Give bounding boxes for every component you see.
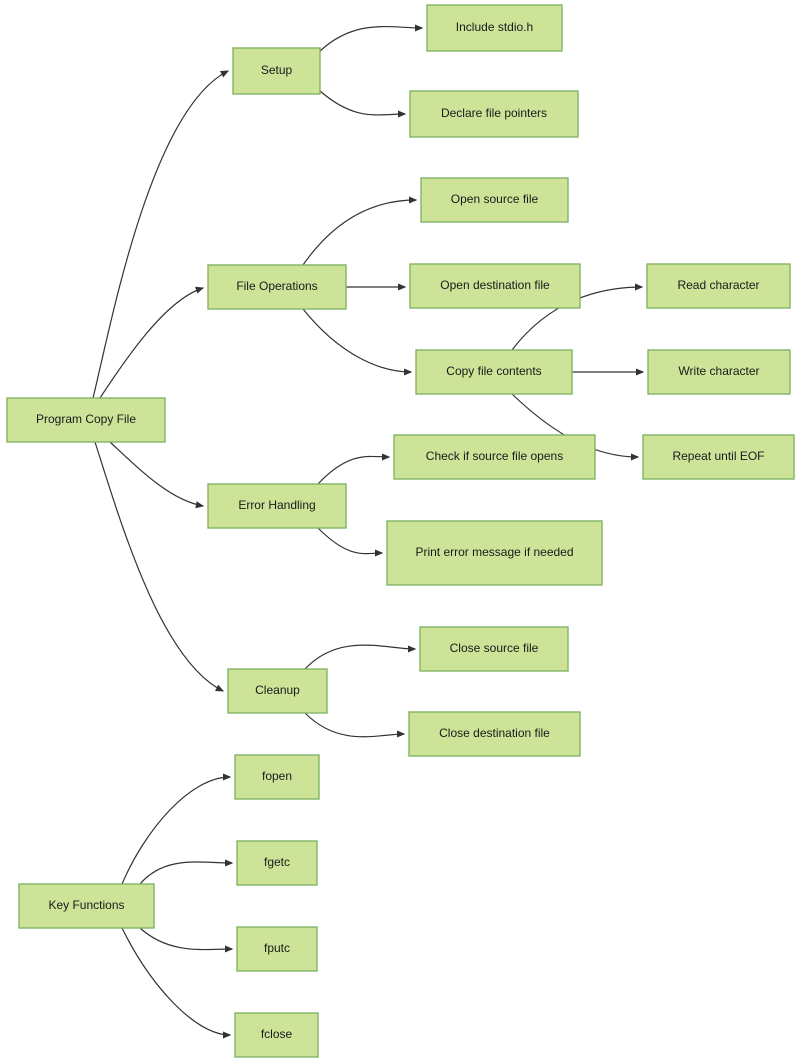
node-rect-fopen[interactable] — [234, 754, 320, 800]
node-rect-copy_file_contents[interactable] — [415, 349, 573, 395]
node-rect-repeat_until_eof[interactable] — [642, 434, 795, 480]
node-rect-check_if_source_file_opens[interactable] — [393, 434, 596, 480]
nodes-layer: Program Copy File Setup Include stdio.h Dec… — [6, 4, 795, 1058]
node-rect-file_operations[interactable] — [207, 264, 347, 310]
edge-setup-to-declare_file_pointers — [319, 90, 407, 118]
node-rect-write_character[interactable] — [647, 349, 791, 395]
edge-program_copy_file-to-error_handling — [109, 441, 205, 509]
edge-file_operations-to-open_source_file — [302, 196, 418, 266]
node-rect-fputc[interactable] — [236, 926, 318, 972]
edge-key_functions-to-fclose — [121, 927, 232, 1039]
node-declare_file_pointers[interactable]: Declare file pointers — [409, 90, 579, 138]
node-rect-read_character[interactable] — [646, 263, 791, 309]
node-read_character[interactable]: Read character — [646, 263, 791, 309]
node-rect-close_source_file[interactable] — [419, 626, 569, 672]
node-rect-open_destination_file[interactable] — [409, 263, 581, 309]
node-rect-close_destination_file[interactable] — [408, 711, 581, 757]
edge-cleanup-to-close_destination_file — [304, 712, 406, 738]
node-open_destination_file[interactable]: Open destination file — [409, 263, 581, 309]
edge-error_handling-to-check_if_source_file_opens — [317, 453, 391, 485]
node-fgetc[interactable]: fgetc — [236, 840, 318, 886]
edge-error_handling-to-print_error_message — [317, 527, 384, 557]
node-rect-setup[interactable] — [232, 47, 321, 95]
edge-program_copy_file-to-cleanup — [94, 441, 225, 692]
node-fputc[interactable]: fputc — [236, 926, 318, 972]
node-key_functions[interactable]: Key Functions — [18, 883, 155, 929]
edge-key_functions-to-fputc — [139, 927, 234, 953]
node-include_stdio[interactable]: Include stdio.h — [426, 4, 563, 52]
edge-file_operations-to-copy_file_contents — [302, 308, 413, 376]
node-write_character[interactable]: Write character — [647, 349, 791, 395]
node-setup[interactable]: Setup — [232, 47, 321, 95]
node-print_error_message[interactable]: Print error message if needed — [386, 520, 603, 586]
edge-program_copy_file-to-setup — [92, 70, 230, 399]
node-rect-cleanup[interactable] — [227, 668, 328, 714]
node-rect-include_stdio[interactable] — [426, 4, 563, 52]
node-fclose[interactable]: fclose — [234, 1012, 319, 1058]
node-rect-error_handling[interactable] — [207, 483, 347, 529]
node-check_if_source_file_opens[interactable]: Check if source file opens — [393, 434, 596, 480]
edge-setup-to-include_stdio — [319, 24, 424, 52]
node-cleanup[interactable]: Cleanup — [227, 668, 328, 714]
node-repeat_until_eof[interactable]: Repeat until EOF — [642, 434, 795, 480]
node-fopen[interactable]: fopen — [234, 754, 320, 800]
node-open_source_file[interactable]: Open source file — [420, 177, 569, 223]
node-rect-fclose[interactable] — [234, 1012, 319, 1058]
node-rect-open_source_file[interactable] — [420, 177, 569, 223]
node-copy_file_contents[interactable]: Copy file contents — [415, 349, 573, 395]
node-rect-print_error_message[interactable] — [386, 520, 603, 586]
flowchart-canvas: Program Copy File Setup Include stdio.h Dec… — [6, 4, 795, 1058]
edge-key_functions-to-fgetc — [139, 859, 234, 885]
node-rect-fgetc[interactable] — [236, 840, 318, 886]
node-close_destination_file[interactable]: Close destination file — [408, 711, 581, 757]
node-close_source_file[interactable]: Close source file — [419, 626, 569, 672]
node-rect-program_copy_file[interactable] — [6, 397, 166, 443]
node-error_handling[interactable]: Error Handling — [207, 483, 347, 529]
edge-key_functions-to-fopen — [121, 773, 232, 885]
node-file_operations[interactable]: File Operations — [207, 264, 347, 310]
node-rect-key_functions[interactable] — [18, 883, 155, 929]
node-program_copy_file[interactable]: Program Copy File — [6, 397, 166, 443]
node-rect-declare_file_pointers[interactable] — [409, 90, 579, 138]
edge-cleanup-to-close_source_file — [304, 644, 417, 670]
diagram-root: Program Copy File Setup Include stdio.h Dec… — [0, 0, 800, 1064]
